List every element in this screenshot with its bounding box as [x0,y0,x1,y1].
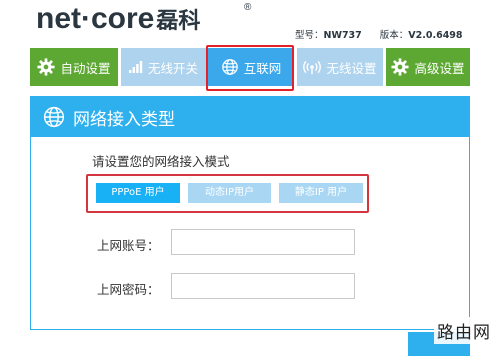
tab-wireless-switch[interactable]: 无线开关 [121,48,206,86]
tab-wireless-settings[interactable]: 无线设置 [297,48,383,86]
version-value: V2.0.6498 [408,30,463,41]
panel-title: 网络接入类型 [73,109,175,130]
wifi-icon [303,59,322,75]
model-value: NW737 [323,30,362,41]
tab-wireless-switch-label: 无线开关 [147,60,198,76]
logo-dot: · [81,2,91,35]
mode-prompt: 请设置您的网络接入模式 [92,154,230,169]
model-version-info: 型号：NW737 版本：V2.0.6498 [295,27,463,41]
logo-text: net [36,2,81,35]
static-ip-mode-button[interactable]: 静态IP 用户 [279,183,363,203]
version-label: 版本： [379,30,409,41]
netcore-logo: net·core磊科 ® [36,2,251,36]
registered-mark: ® [244,2,252,13]
password-input[interactable] [171,273,355,299]
tab-advanced-settings-label: 高级设置 [414,60,465,76]
panel-header: 网络接入类型 [31,97,469,137]
tab-auto-setup[interactable]: 自动设置 [30,48,118,86]
model-label: 型号： [295,30,324,41]
dynamic-ip-mode-button[interactable]: 动态IP用户 [188,183,271,203]
pppoe-mode-button[interactable]: PPPoE 用户 [96,183,180,203]
password-label: 上网密码： [97,282,160,297]
internet-tab-highlight [206,45,294,91]
gear-icon [391,58,410,76]
tab-auto-setup-label: 自动设置 [60,60,111,76]
logo-text-2: core [91,2,155,35]
account-input[interactable] [171,229,355,255]
gear-icon [37,58,56,76]
account-label: 上网账号： [97,238,160,253]
logo-chinese: 磊科 [156,8,201,33]
tab-advanced-settings[interactable]: 高级设置 [386,48,470,86]
signal-bars-icon [128,61,143,73]
watermark: 路由网 [434,317,494,344]
tab-wireless-settings-label: 无线设置 [326,60,377,76]
globe-icon [43,106,65,128]
